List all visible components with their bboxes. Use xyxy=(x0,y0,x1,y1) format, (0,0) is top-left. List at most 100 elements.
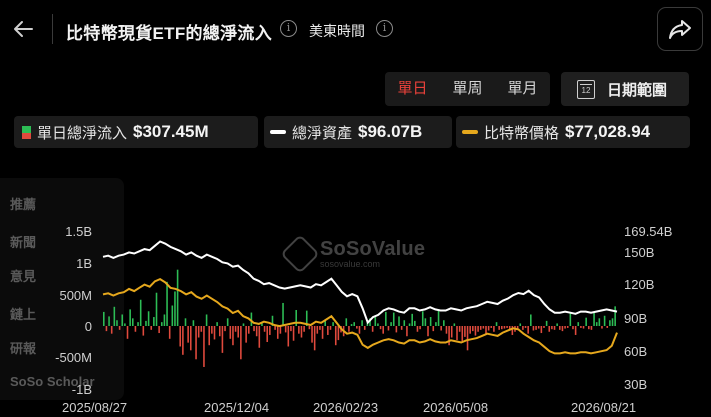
flow-bar xyxy=(363,326,366,330)
flow-bar xyxy=(519,323,522,326)
flow-bar xyxy=(118,326,121,330)
flow-bar xyxy=(208,326,211,346)
flow-bar xyxy=(147,311,150,326)
flow-bar xyxy=(126,326,129,339)
flow-bar xyxy=(300,326,303,338)
flow-bar xyxy=(464,326,466,337)
y-left-tick: 1B xyxy=(76,256,92,271)
flow-bar xyxy=(598,318,601,326)
flow-bar xyxy=(229,326,232,339)
flow-bar xyxy=(440,326,442,331)
flow-bar xyxy=(103,311,105,326)
flow-bar xyxy=(205,314,208,326)
y-right-tick: 60B xyxy=(624,344,648,359)
flow-bar xyxy=(139,299,142,326)
flow-bar xyxy=(385,311,387,326)
flow-bar xyxy=(266,326,269,342)
flow-bar xyxy=(218,326,221,337)
flow-bar xyxy=(545,320,548,326)
flow-bar xyxy=(321,326,324,339)
flow-bar xyxy=(105,326,108,332)
flow-bar xyxy=(308,326,311,330)
flow-bar xyxy=(601,326,603,329)
flow-bar xyxy=(590,326,593,330)
flow-bar xyxy=(116,320,118,326)
flow-bar xyxy=(263,326,266,332)
flow-bar xyxy=(234,326,237,332)
flow-bar xyxy=(316,326,319,334)
flow-bar xyxy=(279,326,282,334)
flow-bar xyxy=(580,326,582,328)
flow-bar xyxy=(456,326,458,341)
flow-bar xyxy=(419,326,421,330)
flow-bar xyxy=(253,326,255,332)
flow-bar xyxy=(611,318,614,326)
flow-bar xyxy=(319,326,321,330)
flow-bar xyxy=(298,326,300,334)
x-tick: 2026/02/23 xyxy=(313,400,379,415)
flow-bar xyxy=(556,323,558,326)
flow-bar xyxy=(437,309,440,326)
flow-bar xyxy=(400,326,403,330)
flow-bar xyxy=(577,322,580,326)
flow-bar xyxy=(163,314,166,326)
y-left-tick: 500M xyxy=(59,288,92,303)
flow-bar xyxy=(350,324,353,326)
flow-bar xyxy=(395,326,398,333)
x-tick: 2025/12/04 xyxy=(204,400,270,415)
flow-bar xyxy=(435,322,437,326)
flow-bar xyxy=(361,320,363,326)
flow-bar xyxy=(490,326,493,328)
flow-bar xyxy=(224,326,226,332)
flow-bar xyxy=(145,320,147,326)
flow-bar xyxy=(155,292,158,326)
flow-bar xyxy=(134,326,137,332)
flow-bar xyxy=(292,326,295,341)
flow-bar xyxy=(561,326,564,332)
flow-bar xyxy=(142,326,145,336)
y-right-tick: 169.54B xyxy=(624,224,673,239)
flow-bar xyxy=(392,312,395,326)
flow-bar xyxy=(543,326,545,328)
flow-bar xyxy=(588,326,590,330)
flow-bar xyxy=(387,326,390,331)
flow-bar xyxy=(503,326,506,329)
flow-bar xyxy=(216,322,218,326)
flow-bar xyxy=(160,322,163,326)
flow-bar xyxy=(153,317,155,326)
flow-bar xyxy=(530,314,532,326)
flow-bar xyxy=(572,326,574,330)
flow-bar xyxy=(466,326,469,351)
flow-bar xyxy=(537,326,540,329)
flow-bar xyxy=(524,326,527,328)
flow-bar xyxy=(311,326,313,343)
flow-bar xyxy=(110,326,113,334)
flow-bar xyxy=(121,314,124,326)
total-net-assets-line xyxy=(102,240,618,325)
flow-bar xyxy=(221,326,224,353)
flow-bar xyxy=(551,326,553,330)
flow-bar xyxy=(195,326,197,360)
flow-bar xyxy=(284,326,287,333)
flow-bar xyxy=(203,326,205,367)
flow-bar xyxy=(453,323,456,326)
flow-bar xyxy=(390,322,392,326)
flow-bar xyxy=(211,326,213,334)
flow-bar xyxy=(329,326,332,330)
flow-bar xyxy=(245,326,247,343)
flow-bar xyxy=(474,326,477,336)
flow-bar xyxy=(174,291,176,326)
flow-bar xyxy=(495,322,498,326)
flow-bar xyxy=(337,326,340,341)
flow-bar xyxy=(168,326,171,339)
flow-bar xyxy=(408,323,411,326)
flow-bar xyxy=(493,326,495,332)
flow-bar xyxy=(461,326,464,343)
flow-bar xyxy=(569,312,572,326)
flow-bar xyxy=(432,326,435,332)
flow-bar xyxy=(276,326,279,339)
flow-bar xyxy=(548,326,551,332)
flow-bar xyxy=(506,326,508,328)
flow-bar xyxy=(240,326,242,360)
flow-bar xyxy=(274,326,276,330)
